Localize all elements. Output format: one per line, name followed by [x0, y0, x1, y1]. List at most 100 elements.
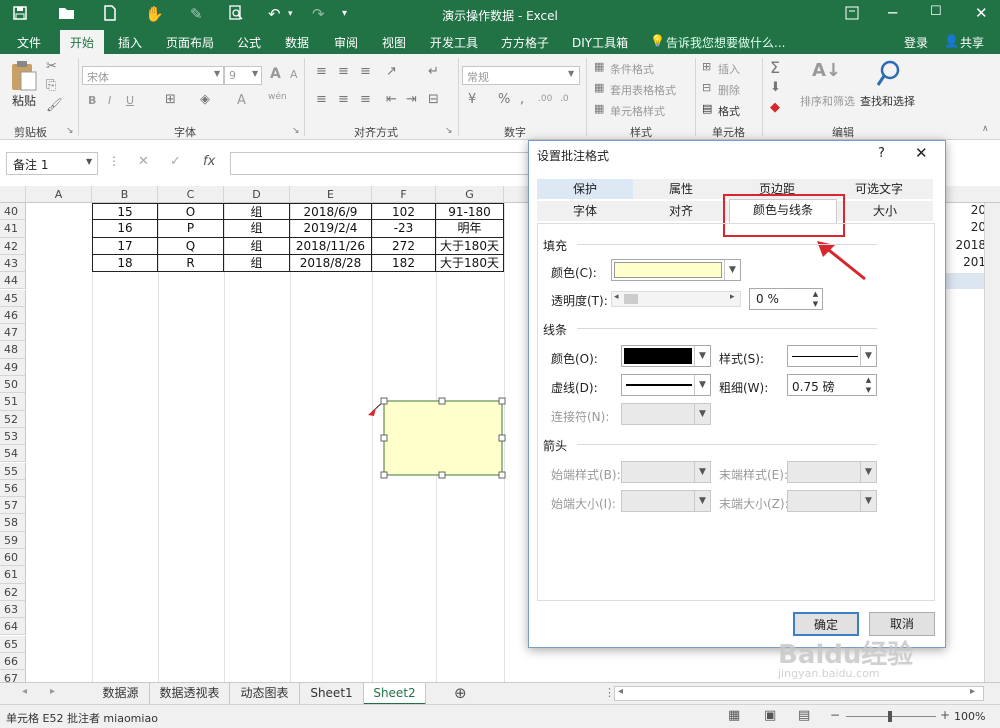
- row-header[interactable]: 41: [0, 220, 26, 238]
- select-all-corner[interactable]: [0, 186, 26, 203]
- format-table-icon[interactable]: ▦: [594, 81, 604, 94]
- vertical-scrollbar[interactable]: [984, 203, 1000, 682]
- sheet-tab[interactable]: 数据源: [92, 683, 150, 705]
- row-header[interactable]: 60: [0, 549, 26, 567]
- table-cell[interactable]: 102: [372, 203, 436, 221]
- border-icon[interactable]: ⊞: [165, 92, 176, 107]
- column-header[interactable]: F: [372, 186, 436, 203]
- align-top-icon[interactable]: ≡: [316, 64, 327, 79]
- row-header[interactable]: 42: [0, 237, 26, 255]
- cut-icon[interactable]: ✂: [46, 59, 57, 74]
- prev-sheet-icon[interactable]: ◂: [22, 686, 27, 697]
- paste-icon[interactable]: [10, 60, 38, 95]
- row-header[interactable]: 52: [0, 410, 26, 428]
- table-cell[interactable]: 15: [92, 203, 158, 221]
- row-header[interactable]: 59: [0, 531, 26, 549]
- delete-cells-icon[interactable]: ⊟: [702, 81, 711, 94]
- tab-ffcell[interactable]: 方方格子: [501, 34, 549, 51]
- table-cell[interactable]: 组: [224, 237, 290, 255]
- table-cell[interactable]: 272: [372, 237, 436, 255]
- font-color-icon[interactable]: A: [237, 93, 246, 108]
- column-header[interactable]: D: [224, 186, 290, 203]
- row-header[interactable]: 48: [0, 341, 26, 359]
- column-header[interactable]: E: [290, 186, 372, 203]
- tab-insert[interactable]: 插入: [118, 34, 142, 51]
- table-cell[interactable]: 组: [224, 203, 290, 221]
- table-cell[interactable]: 明年: [436, 220, 504, 238]
- find-select-icon[interactable]: [876, 60, 902, 91]
- row-header[interactable]: 65: [0, 635, 26, 653]
- row-header[interactable]: 54: [0, 445, 26, 463]
- percent-icon[interactable]: %: [498, 92, 510, 107]
- maximize-icon[interactable]: ☐: [930, 4, 942, 19]
- format-cells-icon[interactable]: ▤: [702, 102, 712, 115]
- row-header[interactable]: 62: [0, 583, 26, 601]
- sort-filter-button[interactable]: 排序和筛选: [800, 93, 855, 109]
- ribbon-display-icon[interactable]: [845, 6, 859, 23]
- table-cell[interactable]: 大于180天: [436, 237, 504, 255]
- row-header[interactable]: 47: [0, 324, 26, 342]
- table-cell[interactable]: O: [158, 203, 224, 221]
- sheet-tab[interactable]: 数据透视表: [150, 683, 230, 705]
- align-bottom-icon[interactable]: ≡: [360, 64, 371, 79]
- collapse-ribbon-icon[interactable]: ∧: [982, 124, 989, 134]
- cancel-entry-icon[interactable]: ✕: [138, 154, 149, 169]
- spinner-icon[interactable]: ▲ ▼: [809, 289, 822, 309]
- table-cell[interactable]: Q: [158, 237, 224, 255]
- line-style-combo[interactable]: ▼: [787, 345, 877, 367]
- number-format-dropdown-icon[interactable]: ▼: [568, 69, 574, 78]
- autosum-icon[interactable]: Σ: [770, 58, 780, 77]
- tab-home[interactable]: 开始: [60, 30, 105, 54]
- slider-thumb[interactable]: [624, 294, 638, 304]
- tab-view[interactable]: 视图: [382, 34, 406, 51]
- table-cell[interactable]: 2018/11/26: [290, 237, 372, 255]
- scroll-right-icon[interactable]: ▸: [970, 686, 975, 697]
- align-center-icon[interactable]: ≡: [338, 92, 349, 107]
- row-header[interactable]: 67: [0, 670, 26, 682]
- zoom-in-icon[interactable]: +: [940, 708, 950, 722]
- ok-button[interactable]: 确定: [793, 612, 859, 636]
- grow-font-icon[interactable]: A: [270, 66, 281, 82]
- fill-icon[interactable]: ⬇: [770, 80, 781, 95]
- fill-color-icon[interactable]: ◈: [200, 92, 210, 107]
- row-header[interactable]: 49: [0, 358, 26, 376]
- row-header[interactable]: 50: [0, 376, 26, 394]
- table-cell[interactable]: 16: [92, 220, 158, 238]
- conditional-format-icon[interactable]: ▦: [594, 60, 604, 73]
- horizontal-scrollbar[interactable]: [614, 686, 984, 701]
- begin-style-combo[interactable]: ▼: [621, 461, 711, 483]
- page-break-view-icon[interactable]: ▤: [798, 708, 810, 723]
- table-cell[interactable]: 91-180: [436, 203, 504, 221]
- table-cell[interactable]: -23: [372, 220, 436, 238]
- column-header[interactable]: G: [436, 186, 504, 203]
- sheet-tab-active[interactable]: Sheet2: [364, 683, 426, 705]
- decrease-indent-icon[interactable]: ⇤: [386, 92, 397, 107]
- help-button[interactable]: ?: [878, 146, 885, 161]
- row-header[interactable]: 51: [0, 393, 26, 411]
- transparency-slider[interactable]: ◂ ▸: [611, 291, 741, 307]
- end-style-combo[interactable]: ▼: [787, 461, 877, 483]
- paste-label[interactable]: 粘贴: [12, 92, 36, 109]
- alignment-launcher-icon[interactable]: ↘: [445, 126, 453, 136]
- comment-shape[interactable]: [360, 389, 520, 485]
- begin-size-combo[interactable]: ▼: [621, 490, 711, 512]
- font-size-dropdown-icon[interactable]: ▼: [252, 69, 258, 78]
- zoom-out-icon[interactable]: −: [830, 708, 840, 722]
- tab-developer[interactable]: 开发工具: [430, 34, 478, 51]
- clipboard-launcher-icon[interactable]: ↘: [66, 126, 74, 136]
- tab-font[interactable]: 字体: [537, 201, 633, 221]
- row-header[interactable]: 45: [0, 289, 26, 307]
- table-cell[interactable]: P: [158, 220, 224, 238]
- table-cell[interactable]: 2019/2/4: [290, 220, 372, 238]
- row-header[interactable]: 58: [0, 514, 26, 532]
- row-header[interactable]: 56: [0, 479, 26, 498]
- fill-color-combo[interactable]: ▼: [611, 259, 741, 281]
- number-format-box[interactable]: 常规: [462, 66, 580, 85]
- currency-icon[interactable]: ¥: [468, 92, 476, 107]
- tab-page-layout[interactable]: 页面布局: [166, 34, 214, 51]
- table-cell[interactable]: 组: [224, 254, 290, 273]
- column-header[interactable]: A: [26, 186, 92, 203]
- bold-icon[interactable]: B: [88, 94, 96, 107]
- delete-cells-button[interactable]: 删除: [718, 82, 740, 98]
- next-sheet-icon[interactable]: ▸: [50, 686, 55, 697]
